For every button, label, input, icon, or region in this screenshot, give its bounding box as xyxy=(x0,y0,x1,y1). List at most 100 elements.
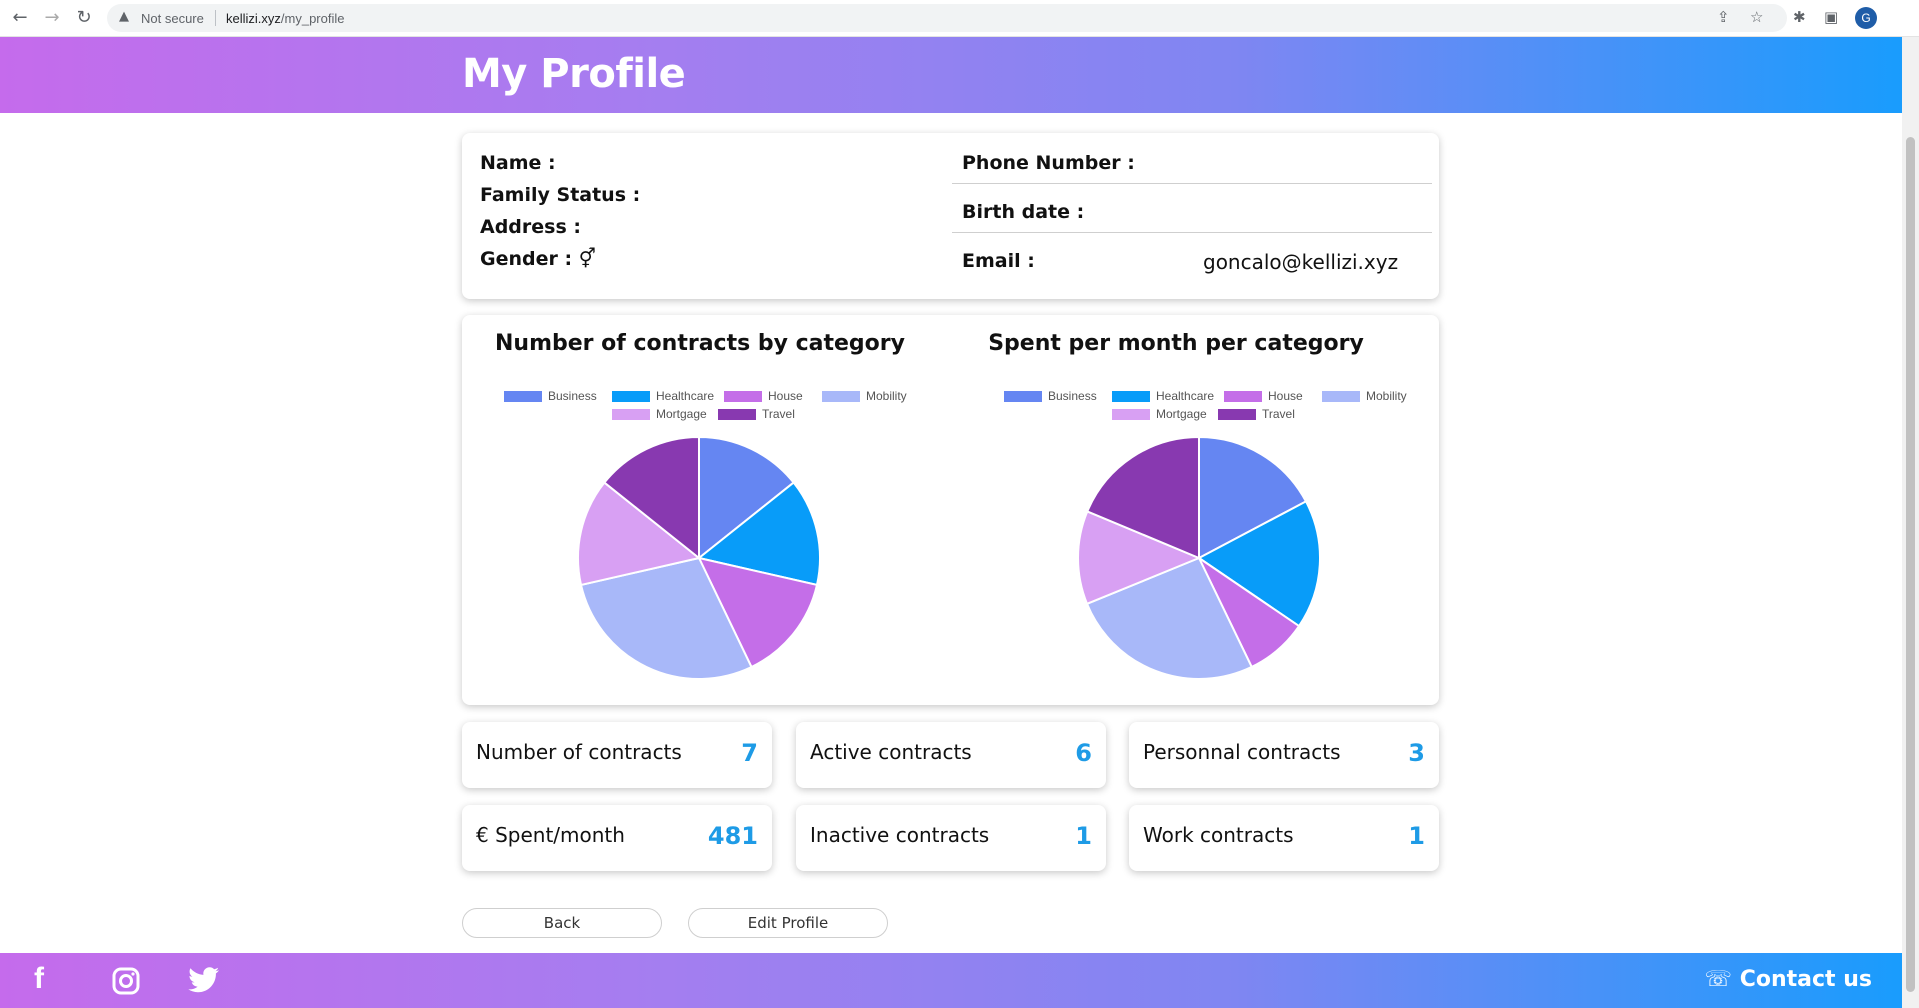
legend-label: Mobility xyxy=(866,389,907,403)
browser-toolbar: ← → ↻ ▲ Not secure kellizi.xyz/my_profil… xyxy=(0,0,1919,37)
legend-label: House xyxy=(1268,389,1303,403)
legend-label: Mobility xyxy=(1366,389,1407,403)
family-status-label: Family Status : xyxy=(480,184,641,206)
legend-label: Healthcare xyxy=(1156,389,1215,403)
chart-legend-contracts: Business Healthcare House Mobility Mortgage T… xyxy=(504,389,907,429)
profile-avatar[interactable]: G xyxy=(1855,7,1877,29)
legend-item-travel[interactable]: Travel xyxy=(718,407,795,421)
page-title: My Profile xyxy=(462,51,686,97)
divider xyxy=(952,232,1432,233)
back-arrow-icon[interactable]: ← xyxy=(9,7,31,29)
reload-icon[interactable]: ↻ xyxy=(73,7,95,29)
legend-label: Mortgage xyxy=(1156,407,1207,421)
chart-legend-spending: Business Healthcare House Mobility Mortgage T… xyxy=(1004,389,1407,429)
stat-label: Active contracts xyxy=(810,740,972,764)
forward-arrow-icon[interactable]: → xyxy=(41,7,63,29)
url-text[interactable]: kellizi.xyz/my_profile xyxy=(226,11,344,26)
legend-item-healthcare[interactable]: Healthcare xyxy=(612,389,714,403)
phone-label: Phone Number : xyxy=(962,152,1135,174)
stat-value: 1 xyxy=(1075,822,1092,850)
legend-swatch xyxy=(1112,409,1150,421)
legend-swatch xyxy=(1004,391,1042,403)
stat-number-of-contracts: Number of contracts 7 xyxy=(462,722,772,788)
pie-chart-spending xyxy=(1077,435,1321,680)
legend-item-business[interactable]: Business xyxy=(504,389,597,403)
stat-value: 6 xyxy=(1075,739,1092,767)
legend-label: Travel xyxy=(1262,407,1295,421)
stat-value: 3 xyxy=(1408,739,1425,767)
legend-swatch xyxy=(1322,391,1360,403)
contact-us-label: Contact us xyxy=(1739,967,1872,992)
legend-item-mortgage[interactable]: Mortgage xyxy=(1112,407,1207,421)
legend-swatch xyxy=(822,391,860,403)
email-value: goncalo@kellizi.xyz xyxy=(1203,250,1399,274)
pie-chart-contracts xyxy=(577,435,821,680)
stat-personnal-contracts: Personnal contracts 3 xyxy=(1129,722,1439,788)
gender-icon: ⚥ xyxy=(578,248,596,270)
legend-swatch xyxy=(612,409,650,421)
legend-item-mortgage[interactable]: Mortgage xyxy=(612,407,707,421)
stat-label: € Spent/month xyxy=(476,823,625,847)
stat-label: Inactive contracts xyxy=(810,823,990,847)
legend-swatch xyxy=(724,391,762,403)
legend-label: Mortgage xyxy=(656,407,707,421)
contact-us-link[interactable]: ☏ Contact us xyxy=(1705,967,1872,992)
chat-icon: ☏ xyxy=(1704,967,1733,992)
legend-item-travel[interactable]: Travel xyxy=(1218,407,1295,421)
page-header: My Profile xyxy=(0,37,1902,113)
back-button[interactable]: Back xyxy=(462,908,662,938)
profile-info-card: Name : Family Status : Address : Gender … xyxy=(462,133,1439,299)
security-label: Not secure xyxy=(141,11,204,26)
legend-item-house[interactable]: House xyxy=(724,389,803,403)
address-bar[interactable]: ▲ Not secure kellizi.xyz/my_profile ⇪ ☆ xyxy=(107,4,1787,32)
vertical-scrollbar[interactable] xyxy=(1902,37,1919,1008)
stat-value: 481 xyxy=(707,822,758,850)
legend-item-house[interactable]: House xyxy=(1224,389,1303,403)
scrollbar-thumb[interactable] xyxy=(1906,137,1915,992)
stat-inactive-contracts: Inactive contracts 1 xyxy=(796,805,1106,871)
side-panel-icon[interactable]: ▣ xyxy=(1824,8,1838,26)
stat-label: Work contracts xyxy=(1143,823,1294,847)
url-path: /my_profile xyxy=(280,11,345,26)
legend-label: Business xyxy=(1048,389,1097,403)
name-label: Name : xyxy=(480,152,556,174)
stat-spent-per-month: € Spent/month 481 xyxy=(462,805,772,871)
legend-item-healthcare[interactable]: Healthcare xyxy=(1112,389,1214,403)
chart-title-spending: Spent per month per category xyxy=(988,331,1364,356)
divider xyxy=(952,183,1432,184)
gender-label: Gender : ⚥ xyxy=(480,248,596,270)
legend-item-business[interactable]: Business xyxy=(1004,389,1097,403)
legend-label: Travel xyxy=(762,407,795,421)
legend-swatch xyxy=(612,391,650,403)
stat-work-contracts: Work contracts 1 xyxy=(1129,805,1439,871)
stat-value: 7 xyxy=(741,739,758,767)
legend-label: Business xyxy=(548,389,597,403)
address-label: Address : xyxy=(480,216,581,238)
legend-swatch xyxy=(718,409,756,421)
legend-swatch xyxy=(1112,391,1150,403)
twitter-icon[interactable] xyxy=(188,967,220,1002)
instagram-icon[interactable] xyxy=(112,967,140,1003)
legend-item-mobility[interactable]: Mobility xyxy=(1322,389,1407,403)
omnibox-divider xyxy=(215,10,216,26)
facebook-icon[interactable]: f xyxy=(34,962,44,996)
legend-swatch xyxy=(1218,409,1256,421)
legend-label: House xyxy=(768,389,803,403)
stat-label: Personnal contracts xyxy=(1143,740,1341,764)
legend-label: Healthcare xyxy=(656,389,715,403)
warning-icon: ▲ xyxy=(119,9,129,24)
extensions-icon[interactable]: ✱ xyxy=(1793,8,1806,26)
stat-label: Number of contracts xyxy=(476,740,682,764)
birth-date-label: Birth date : xyxy=(962,201,1085,223)
gender-label-text: Gender : xyxy=(480,248,573,270)
email-label: Email : xyxy=(962,250,1035,272)
stat-value: 1 xyxy=(1408,822,1425,850)
edit-profile-button[interactable]: Edit Profile xyxy=(688,908,888,938)
legend-swatch xyxy=(1224,391,1262,403)
star-icon[interactable]: ☆ xyxy=(1750,8,1763,26)
chart-title-contracts: Number of contracts by category xyxy=(495,331,905,356)
legend-item-mobility[interactable]: Mobility xyxy=(822,389,907,403)
share-icon[interactable]: ⇪ xyxy=(1717,8,1730,26)
url-host: kellizi.xyz xyxy=(226,11,281,26)
page-footer: f ☏ Contact us xyxy=(0,953,1902,1008)
